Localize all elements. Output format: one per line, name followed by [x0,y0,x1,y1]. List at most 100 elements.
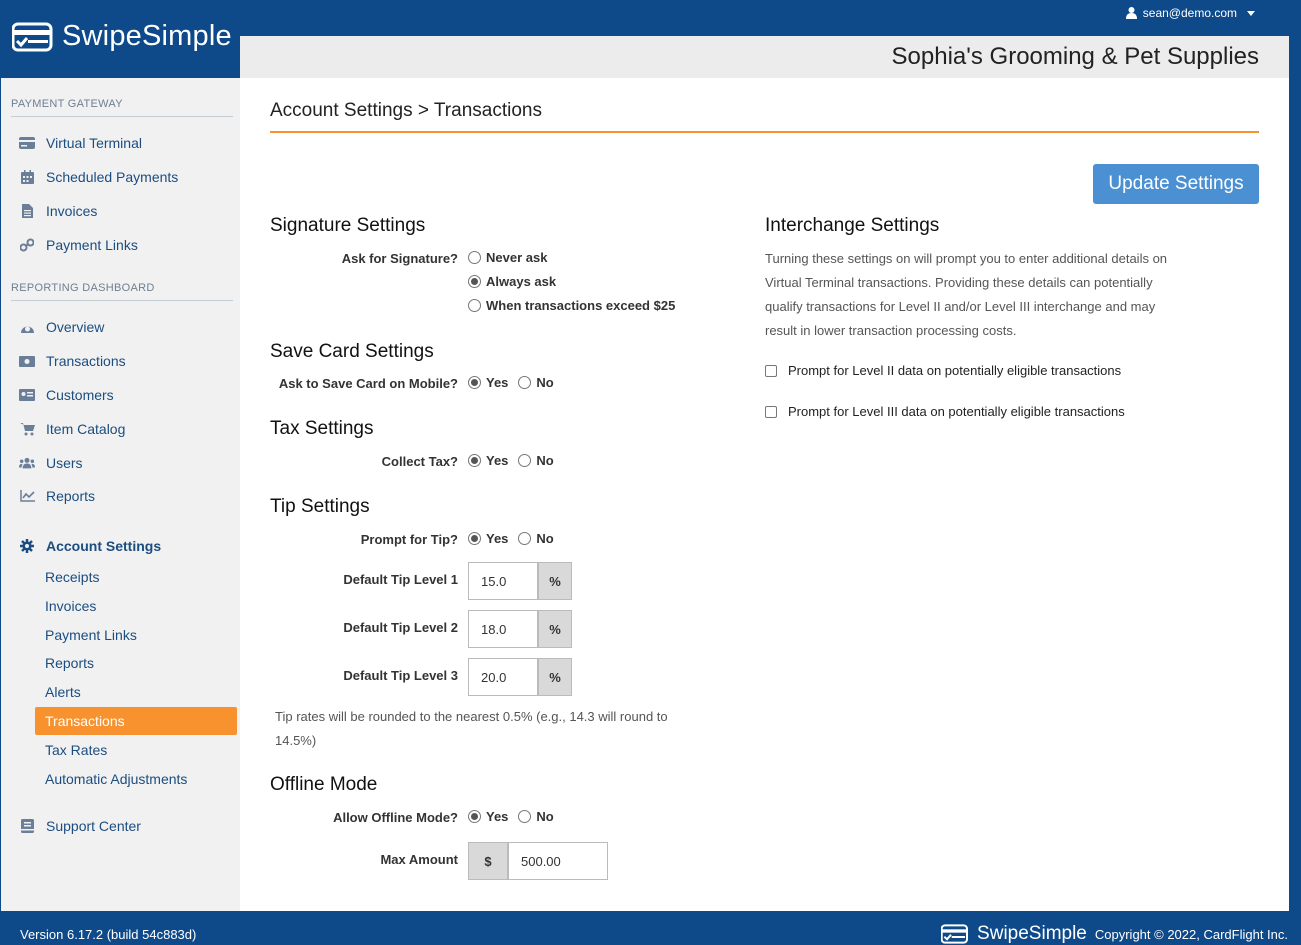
radio-label: Yes [486,531,509,546]
signature-option-always[interactable]: Always ask [468,274,556,289]
max-amount-label: Max Amount [380,852,458,867]
sidebar-item-payment-links[interactable]: Payment Links [1,231,237,259]
description-line: qualify transactions for Level II and/or… [765,299,1156,314]
sidebar-sub-payment-links[interactable]: Payment Links [35,621,237,649]
id-card-icon [19,387,35,403]
sidebar-item-invoices[interactable]: Invoices [1,197,237,225]
cart-icon [19,421,35,437]
tip-level-3-input[interactable]: 20.0 [468,658,538,696]
radio-label: Yes [486,375,509,390]
sidebar-item-label: Reports [46,488,96,504]
radio-label: Always ask [486,274,557,289]
offline-mode-title: Offline Mode [270,774,378,795]
radio-button-selected[interactable] [468,810,481,823]
tip-level-1-group: 15.0 % [468,562,572,600]
sidebar-sub-tax-rates[interactable]: Tax Rates [35,736,237,764]
divider [11,116,233,117]
help-line: 14.5%) [275,733,317,748]
sidebar-item-support-center[interactable]: Support Center [1,812,237,840]
sidebar-item-reports[interactable]: Reports [1,482,237,510]
business-name: Sophia's Grooming & Pet Supplies [891,43,1259,70]
description-line: Turning these settings on will prompt yo… [765,251,1168,266]
sidebar-sub-invoices[interactable]: Invoices [35,592,237,620]
sidebar-item-item-catalog[interactable]: Item Catalog [1,415,237,443]
sidebar-item-scheduled-payments[interactable]: Scheduled Payments [1,163,237,191]
brand-logo[interactable]: SwipeSimple [12,20,232,53]
tip-level-2-input[interactable]: 18.0 [468,610,538,648]
level-3-option[interactable]: Prompt for Level III data on potentially… [765,404,1125,419]
sidebar-item-overview[interactable]: Overview [1,313,237,341]
radio-button[interactable] [468,299,481,312]
save-card-radio-group[interactable]: Yes No [468,375,554,390]
sidebar-item-customers[interactable]: Customers [1,381,237,409]
version-text: Version 6.17.2 (build 54c883d) [20,927,197,942]
signature-option-exceed[interactable]: When transactions exceed $25 [468,298,675,313]
book-icon [19,818,35,834]
swipesimple-logo-icon [12,22,53,51]
radio-label: When transactions exceed $25 [486,298,676,313]
checkbox-label: Prompt for Level III data on potentially… [788,404,1125,419]
radio-button-selected[interactable] [468,376,481,389]
radio-button-selected[interactable] [468,275,481,288]
sidebar-item-label: Support Center [46,818,141,834]
gear-icon [19,538,35,554]
sidebar-section-reporting: REPORTING DASHBOARD [11,282,155,294]
sidebar-sub-reports[interactable]: Reports [35,649,237,677]
radio-button[interactable] [518,532,532,545]
sidebar-item-label: Payment Links [46,237,138,253]
business-name-header: Sophia's Grooming & Pet Supplies [240,36,1289,78]
percent-addon: % [538,610,572,648]
tax-radio-group[interactable]: Yes No [468,453,554,468]
sidebar-item-account-settings[interactable]: Account Settings [1,532,237,560]
money-icon [19,353,35,369]
update-settings-button[interactable]: Update Settings [1093,164,1259,204]
level-3-checkbox[interactable] [765,405,777,418]
description-line: result in lower transaction processing c… [765,323,1017,338]
footer-brand: SwipeSimple Copyright © 2022, CardFlight… [941,923,1288,945]
radio-button[interactable] [518,810,532,823]
chevron-down-icon [1247,10,1255,16]
level-2-option[interactable]: Prompt for Level II data on potentially … [765,363,1121,378]
tip-radio-group[interactable]: Yes No [468,531,554,546]
percent-addon: % [538,658,572,696]
radio-button[interactable] [518,454,532,467]
sidebar-sub-receipts[interactable]: Receipts [35,563,237,591]
tip-level-2-label: Default Tip Level 2 [343,620,458,635]
sidebar-section-gateway: PAYMENT GATEWAY [11,98,123,110]
tax-label: Collect Tax? [381,454,458,469]
sidebar-item-label: Transactions [46,353,126,369]
sidebar-item-label: Customers [46,387,114,403]
radio-button-selected[interactable] [468,532,481,545]
offline-label: Allow Offline Mode? [333,810,458,825]
sidebar-sub-transactions[interactable]: Transactions [35,707,237,735]
dollar-addon: $ [468,842,508,880]
radio-button-selected[interactable] [468,454,481,467]
tip-level-1-input[interactable]: 15.0 [468,562,538,600]
sidebar-item-label: Scheduled Payments [46,169,179,185]
tip-help-text: Tip rates will be rounded to the nearest… [275,705,735,753]
save-card-label: Ask to Save Card on Mobile? [278,376,458,391]
radio-label: No [536,531,554,546]
sidebar-item-transactions[interactable]: Transactions [1,347,237,375]
offline-radio-group[interactable]: Yes No [468,809,554,824]
main-panel: Sophia's Grooming & Pet Supplies Account… [240,36,1289,911]
tip-settings-title: Tip Settings [270,496,370,517]
calendar-icon [19,169,35,185]
tip-label: Prompt for Tip? [360,532,458,547]
user-menu[interactable]: sean@demo.com [1125,6,1255,20]
radio-button[interactable] [518,376,532,389]
sidebar-item-virtual-terminal[interactable]: Virtual Terminal [1,129,237,157]
max-amount-group: $ 500.00 [468,842,608,880]
signature-settings-title: Signature Settings [270,215,426,236]
radio-label: No [536,375,554,390]
save-card-settings-title: Save Card Settings [270,341,434,362]
tip-level-3-group: 20.0 % [468,658,572,696]
max-amount-input[interactable]: 500.00 [508,842,608,880]
level-2-checkbox[interactable] [765,364,777,377]
signature-option-never[interactable]: Never ask [468,250,547,265]
sidebar-sub-alerts[interactable]: Alerts [35,678,237,706]
sidebar-sub-automatic-adjustments[interactable]: Automatic Adjustments [35,765,237,793]
radio-button[interactable] [468,251,481,264]
sidebar-item-users[interactable]: Users [1,449,237,477]
copyright-text: Copyright © 2022, CardFlight Inc. [1094,926,1288,942]
